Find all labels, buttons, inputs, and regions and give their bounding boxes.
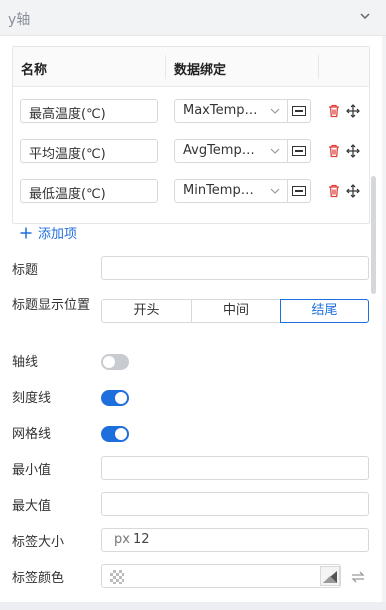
table-row: 最低温度(℃) MinTemperature: [13, 171, 369, 211]
max-value-input[interactable]: [101, 492, 369, 516]
series-name-input[interactable]: 平均温度(℃): [20, 139, 158, 163]
title-label: 标题: [12, 263, 39, 278]
bind-field-button[interactable]: [287, 99, 311, 123]
binding-value: MaxTemperature: [183, 103, 261, 118]
title-position-label: 标题显示位置: [12, 298, 91, 313]
move-icon[interactable]: [346, 184, 360, 198]
toggle-knob: [103, 356, 115, 368]
tick-line-label: 刻度线: [12, 391, 52, 406]
data-binding-select[interactable]: MaxTemperature: [174, 99, 288, 123]
toggle-knob: [115, 428, 127, 440]
data-binding-select[interactable]: AvgTemperature: [174, 139, 288, 163]
label-size-value: 12: [133, 532, 150, 547]
delete-icon[interactable]: [327, 144, 341, 158]
label-size-label: 标签大小: [12, 535, 65, 550]
swap-icon[interactable]: [350, 569, 366, 585]
min-value-label: 最小值: [12, 463, 52, 478]
binding-value: MinTemperature: [183, 183, 261, 198]
title-position-end[interactable]: 结尾: [280, 299, 369, 323]
max-value-label: 最大值: [12, 499, 52, 514]
label-color-field[interactable]: [101, 564, 341, 588]
add-item-button[interactable]: 添加项: [20, 223, 78, 242]
header-name: 名称: [21, 63, 48, 78]
bind-field-icon: [292, 106, 306, 116]
section-header[interactable]: y轴: [0, 0, 386, 36]
axis-line-toggle[interactable]: [101, 354, 129, 370]
grid-line-toggle[interactable]: [101, 426, 129, 442]
bind-field-button[interactable]: [287, 139, 311, 163]
series-name-input[interactable]: 最低温度(℃): [20, 179, 158, 203]
series-name-input[interactable]: 最高温度(℃): [20, 99, 158, 123]
title-position-segmented: 开头 中间 结尾: [101, 299, 369, 323]
section-title: y轴: [8, 12, 31, 28]
add-item-label: 添加项: [38, 227, 78, 242]
move-icon[interactable]: [346, 104, 360, 118]
title-position-center[interactable]: 中间: [191, 299, 281, 323]
toggle-knob: [115, 392, 127, 404]
table-row: 最高温度(℃) MaxTemperature: [13, 91, 369, 131]
min-value-input[interactable]: [101, 456, 369, 480]
binding-value: AvgTemperature: [183, 143, 261, 158]
panel-bottom-edge: [0, 602, 386, 610]
move-icon[interactable]: [346, 144, 360, 158]
chevron-down-icon: [270, 148, 280, 154]
delete-icon[interactable]: [327, 104, 341, 118]
table-header: 名称 数据绑定: [13, 47, 369, 87]
bind-field-icon: [292, 146, 306, 156]
axis-line-label: 轴线: [12, 355, 39, 370]
delete-icon[interactable]: [327, 184, 341, 198]
label-size-unit: px: [114, 532, 130, 547]
tick-line-toggle[interactable]: [101, 390, 129, 406]
label-size-input[interactable]: px 12: [101, 528, 369, 552]
bind-field-icon: [292, 186, 306, 196]
grid-line-label: 网格线: [12, 427, 52, 442]
plus-icon: [20, 227, 32, 239]
title-input[interactable]: [101, 256, 369, 280]
header-binding: 数据绑定: [174, 63, 227, 78]
header-divider: [318, 55, 319, 79]
data-binding-select[interactable]: MinTemperature: [174, 179, 288, 203]
header-divider: [165, 55, 166, 79]
color-picker-icon[interactable]: [320, 566, 340, 586]
bind-field-button[interactable]: [287, 179, 311, 203]
scrollbar[interactable]: [371, 176, 376, 294]
table-row: 平均温度(℃) AvgTemperature: [13, 131, 369, 171]
title-position-start[interactable]: 开头: [101, 299, 192, 323]
transparent-swatch: [110, 570, 124, 584]
chevron-down-icon: [270, 188, 280, 194]
chevron-down-icon[interactable]: [358, 9, 372, 23]
y-axis-panel: 名称 数据绑定 最高温度(℃) MaxTemperature 平均温度(℃): [0, 36, 382, 602]
label-color-label: 标签颜色: [12, 571, 65, 586]
series-table: 名称 数据绑定 最高温度(℃) MaxTemperature 平均温度(℃): [12, 46, 370, 224]
chevron-down-icon: [270, 108, 280, 114]
